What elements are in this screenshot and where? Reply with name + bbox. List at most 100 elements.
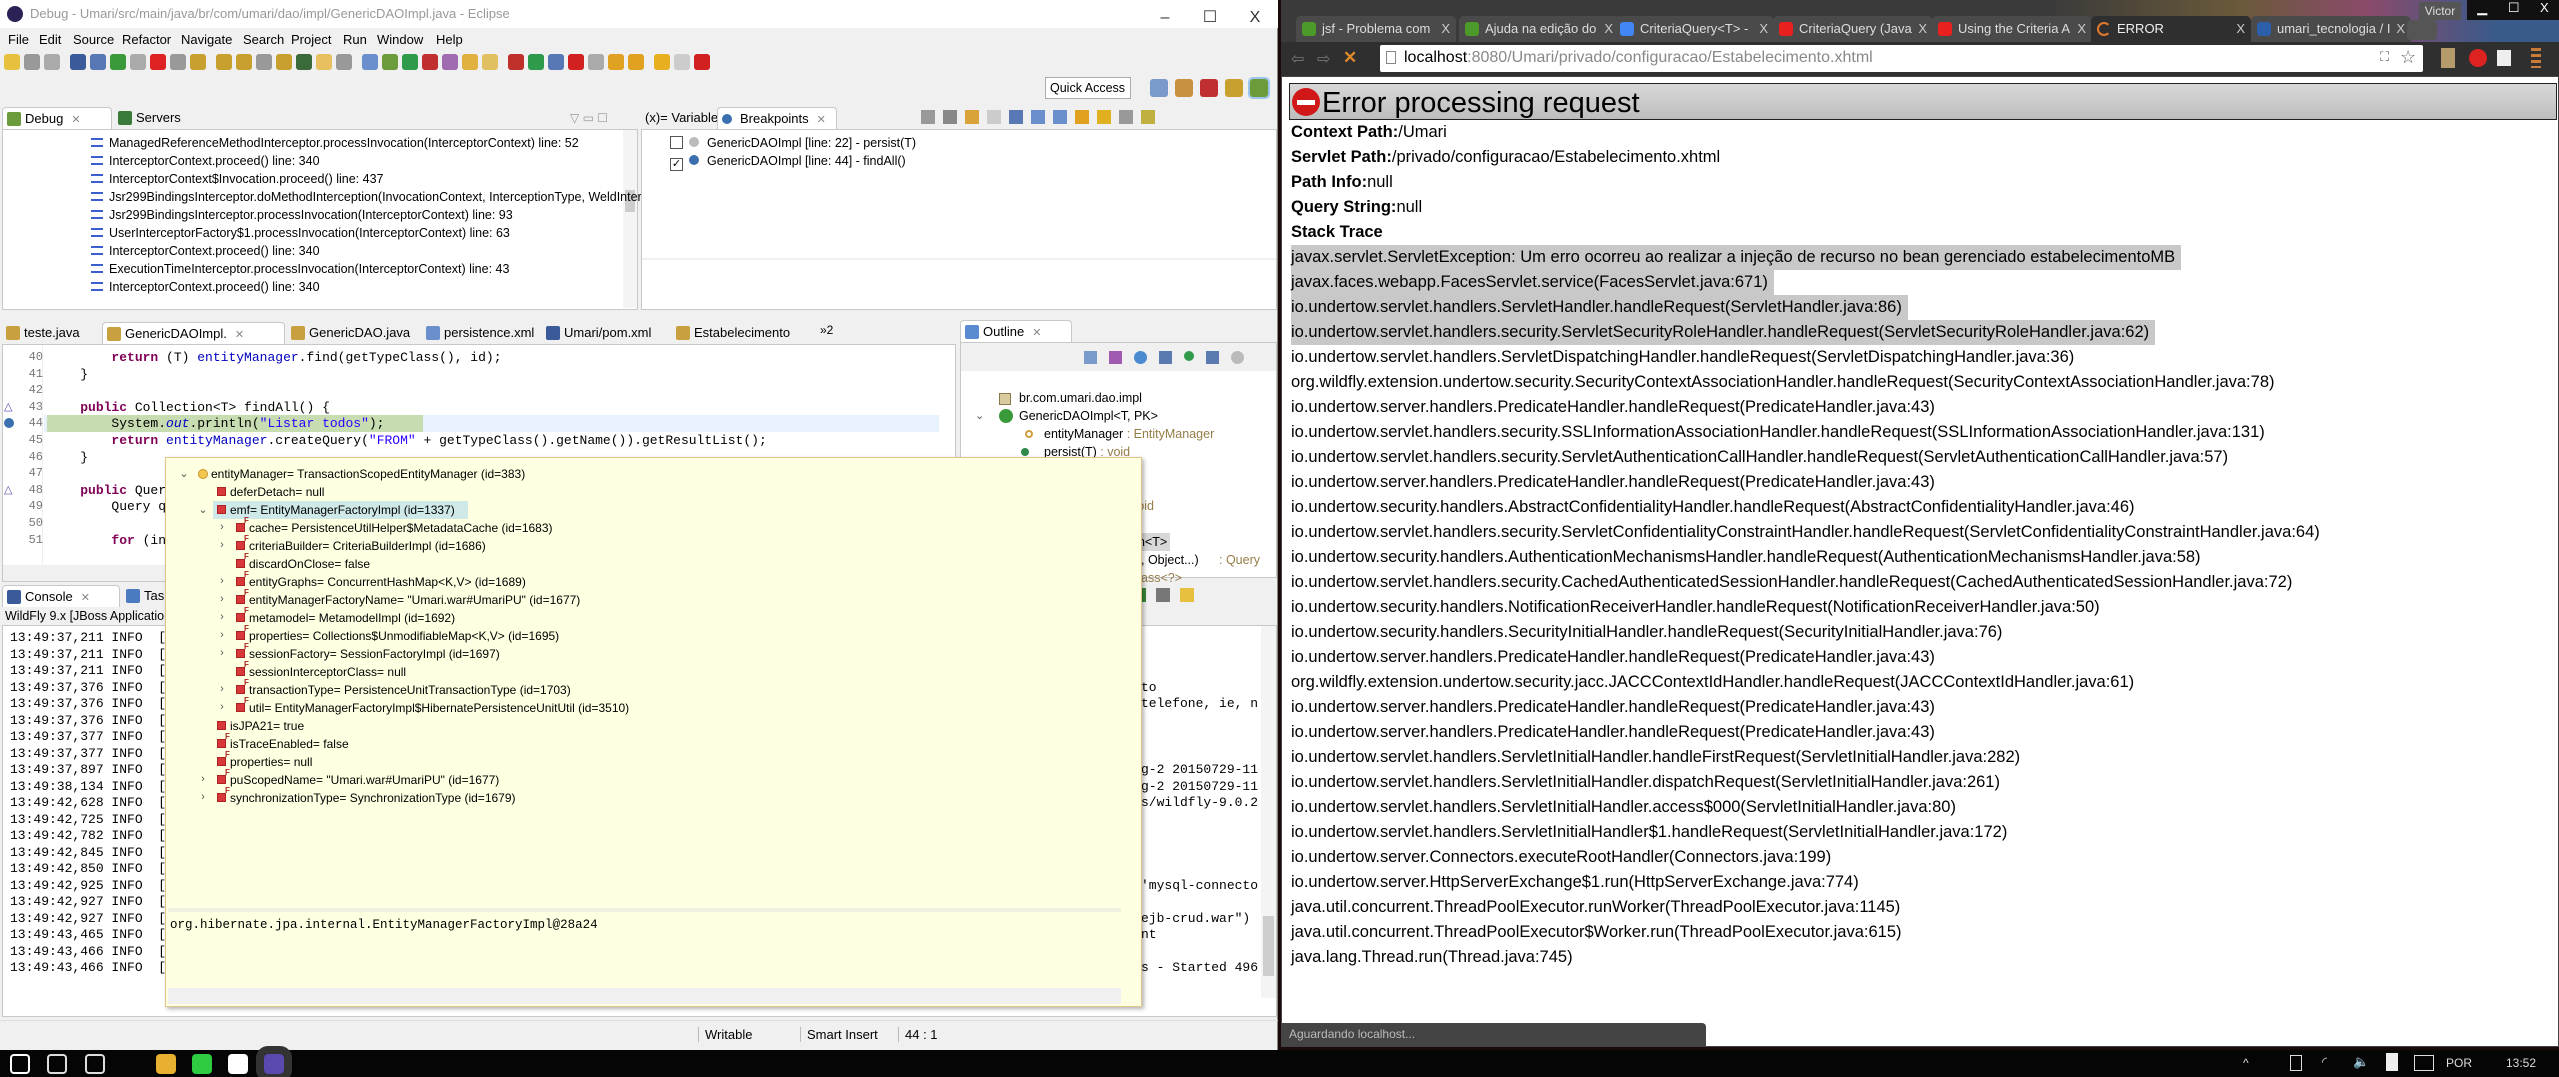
detail-pane[interactable]: org.hibernate.jpa.internal.EntityManager… [168, 908, 1121, 986]
chevron-right-icon[interactable]: › [197, 773, 209, 785]
variable-row[interactable]: entityGraphs= ConcurrentHashMap<K,V> (id… [249, 573, 526, 591]
tab-debug[interactable]: Debug ✕ [2, 107, 112, 129]
git-icon[interactable] [1225, 79, 1243, 97]
toggle-mark-occurrences-icon[interactable] [316, 54, 332, 70]
terminal-icon[interactable] [70, 54, 86, 70]
menu-help[interactable]: Help [436, 32, 463, 47]
editor-tab[interactable]: Umari/pom.xml [542, 322, 670, 344]
menu-navigate[interactable]: Navigate [181, 32, 232, 47]
new-tab-button[interactable] [2407, 20, 2437, 40]
vertical-scrollbar[interactable] [1261, 626, 1276, 998]
stop-server-icon[interactable] [568, 54, 584, 70]
clock[interactable]: 13:52 [2506, 1056, 2536, 1070]
chevron-right-icon[interactable]: › [216, 701, 228, 713]
variable-row[interactable]: metamodel= MetamodelImpl (id=1692) [249, 609, 455, 627]
open-perspective-icon[interactable] [1150, 79, 1168, 97]
breakpoint-detail-pane[interactable] [642, 262, 1262, 308]
server-icon[interactable] [508, 54, 524, 70]
menu-search[interactable]: Search [243, 32, 284, 47]
task-view-icon[interactable] [85, 1054, 105, 1074]
display-console-icon[interactable] [1156, 588, 1170, 602]
close-tab-icon[interactable]: X [1604, 16, 1613, 42]
remove-all-breakpoints-icon[interactable] [943, 110, 957, 124]
menu-icon[interactable] [2531, 48, 2541, 68]
browser-tab[interactable]: CriteriaQuery (Java X [1773, 16, 1933, 42]
variable-row[interactable]: properties= Collections$UnmodifiableMap<… [249, 627, 559, 645]
menu-refactor[interactable]: Refactor [122, 32, 171, 47]
outline-member[interactable]: entityManager : EntityManager [1044, 425, 1214, 443]
import-breakpoints-icon[interactable] [1141, 110, 1155, 124]
run-external-icon[interactable] [422, 54, 438, 70]
scrollbar[interactable] [623, 130, 637, 308]
back-icon[interactable]: ⇦ [1291, 49, 1304, 69]
publish-icon[interactable] [588, 54, 604, 70]
chevron-right-icon[interactable]: › [216, 683, 228, 695]
tab-outline[interactable]: Outline ✕ [960, 320, 1072, 342]
collapse-all-icon[interactable] [1053, 110, 1067, 124]
variable-row[interactable]: transactionType= PersistenceUnitTransact… [249, 681, 571, 699]
next-annotation-icon[interactable] [608, 54, 624, 70]
stack-frame[interactable]: InterceptorContext$Invocation.proceed() … [91, 170, 383, 188]
debug-perspective-icon[interactable] [1248, 77, 1270, 99]
variable-row[interactable]: sessionFactory= SessionFactoryImpl (id=1… [249, 645, 500, 663]
variable-row[interactable]: deferDetach= null [230, 483, 324, 501]
keyboard-icon[interactable] [2414, 1055, 2434, 1071]
show-supported-breakpoints-icon[interactable] [965, 110, 979, 124]
show-hidden-icons[interactable]: ^ [2243, 1056, 2249, 1070]
variable-row[interactable]: discardOnClose= false [249, 555, 370, 573]
open-type-icon[interactable] [296, 54, 312, 70]
view-menu-icon[interactable]: ▽ ▭ ☐ [570, 111, 608, 125]
wifi-icon[interactable]: ◜ [2322, 1054, 2327, 1070]
variable-row[interactable]: puScopedName= "Umari.war#UmariPU" (id=16… [230, 771, 499, 789]
browser-tab[interactable]: umari_tecnologia / I X [2251, 16, 2411, 42]
volume-icon[interactable]: 🔈 [2353, 1054, 2369, 1070]
chevron-down-icon[interactable]: ⌄ [975, 409, 984, 422]
show-whitespace-icon[interactable] [362, 54, 378, 70]
editor-tab[interactable]: GenericDAOImpl. ✕ [102, 322, 285, 344]
debug-icon[interactable] [382, 54, 398, 70]
stack-frame[interactable]: ManagedReferenceMethodInterceptor.proces… [91, 134, 579, 152]
step-return-icon[interactable] [236, 54, 252, 70]
forward-icon[interactable] [674, 54, 690, 70]
variable-row[interactable]: util= EntityManagerFactoryImpl$Hibernate… [249, 699, 629, 717]
stack-frame[interactable]: InterceptorContext.proceed() line: 340 [91, 242, 320, 260]
save-all-icon[interactable] [44, 54, 60, 70]
breakpoint-item[interactable]: ✓ GenericDAOImpl [line: 44] - findAll() [670, 152, 906, 171]
variable-row[interactable]: criteriaBuilder= CriteriaBuilderImpl (id… [249, 537, 486, 555]
close-tab-icon[interactable]: X [1759, 16, 1768, 42]
address-bar[interactable]: localhost:8080/Umari/privado/configuraca… [1380, 45, 2423, 72]
variable-row[interactable]: entityManager= TransactionScopedEntityMa… [211, 465, 525, 483]
chevron-right-icon[interactable]: › [197, 791, 209, 803]
tab-console[interactable]: Console ✕ [2, 585, 120, 607]
stack-frame[interactable]: Jsr299BindingsInterceptor.processInvocat… [91, 206, 513, 224]
expand-all-icon[interactable] [1031, 110, 1045, 124]
variable-row[interactable]: sessionInterceptorClass= null [249, 663, 406, 681]
whatsapp-icon[interactable] [192, 1054, 212, 1074]
variable-row[interactable]: synchronizationType= SynchronizationType… [230, 789, 516, 807]
resume-icon[interactable] [110, 54, 126, 70]
close-tab-icon[interactable]: X [1441, 16, 1450, 42]
cast-icon[interactable] [2497, 50, 2511, 66]
wamp-icon[interactable] [228, 1054, 248, 1074]
step-over-icon[interactable] [216, 54, 232, 70]
forward-icon[interactable]: ⇨ [1317, 49, 1330, 69]
breakpoint-checkbox[interactable]: ✓ [670, 158, 683, 171]
sort-icon[interactable] [1109, 351, 1122, 364]
close-icon[interactable]: ✕ [817, 114, 826, 126]
search-icon[interactable] [47, 1054, 67, 1074]
menu-source[interactable]: Source [73, 32, 114, 47]
start-server-icon[interactable] [528, 54, 544, 70]
browser-tab[interactable]: Using the Criteria A X [1932, 16, 2092, 42]
open-project-icon[interactable] [442, 54, 458, 70]
menu-file[interactable]: File [8, 32, 29, 47]
skip-breakpoints-icon[interactable] [90, 54, 106, 70]
stack-frame[interactable]: InterceptorContext.proceed() line: 340 [91, 278, 320, 296]
tab-breakpoints[interactable]: Breakpoints ✕ [717, 107, 837, 129]
hide-local-types-icon[interactable] [1206, 351, 1219, 364]
stack-frame[interactable]: ExecutionTimeInterceptor.processInvocati… [91, 260, 509, 278]
suspend-icon[interactable] [130, 54, 146, 70]
variable-row[interactable]: isTraceEnabled= false [230, 735, 349, 753]
chevron-right-icon[interactable]: › [216, 629, 228, 641]
close-button[interactable]: X [1240, 4, 1270, 26]
close-icon[interactable]: ✕ [1032, 327, 1041, 339]
